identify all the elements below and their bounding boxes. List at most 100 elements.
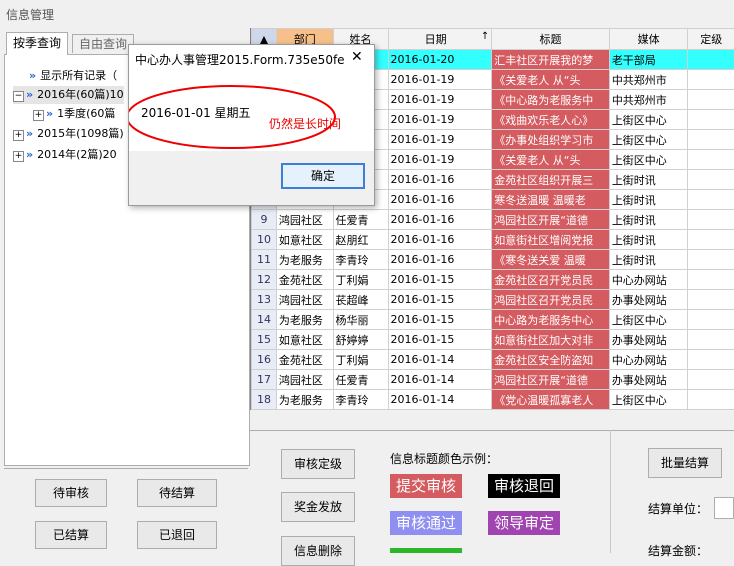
name-cell[interactable]: 舒婷婷: [333, 330, 388, 350]
title-cell[interactable]: 鸿园社区开展“道德: [492, 370, 610, 390]
grade-cell[interactable]: [688, 330, 734, 350]
grade-cell[interactable]: [688, 90, 734, 110]
expand-icon[interactable]: +: [33, 110, 44, 121]
row-number-cell[interactable]: 13: [252, 290, 277, 310]
tab-quarter-query[interactable]: 按季查询: [6, 32, 68, 55]
title-cell[interactable]: 《寒冬送关爱 温暖: [492, 250, 610, 270]
settled-button[interactable]: 已结算: [35, 521, 107, 549]
name-cell[interactable]: 苌超峰: [333, 290, 388, 310]
table-row[interactable]: 13鸿园社区苌超峰2016-01-15鸿园社区召开党员民办事处网站: [252, 290, 734, 310]
row-number-cell[interactable]: 18: [252, 390, 277, 410]
batch-settle-button[interactable]: 批量结算: [648, 448, 722, 478]
name-cell[interactable]: 李青玲: [333, 390, 388, 410]
title-cell[interactable]: 《关爱老人 从“头: [492, 150, 610, 170]
table-row[interactable]: 15如意社区舒婷婷2016-01-15如意街社区加大对非办事处网站: [252, 330, 734, 350]
name-cell[interactable]: 任爱青: [333, 210, 388, 230]
table-row[interactable]: 16金苑社区丁利娟2016-01-14金苑社区安全防盗知中心办网站: [252, 350, 734, 370]
date-cell[interactable]: 2016-01-14: [388, 350, 492, 370]
media-cell[interactable]: 上街区中心: [609, 130, 688, 150]
grade-cell[interactable]: [688, 70, 734, 90]
grade-cell[interactable]: [688, 250, 734, 270]
row-number-cell[interactable]: 17: [252, 370, 277, 390]
title-cell[interactable]: 《戏曲欢乐老人心》: [492, 110, 610, 130]
dept-cell[interactable]: 为老服务: [276, 250, 333, 270]
media-cell[interactable]: 上街区中心: [609, 150, 688, 170]
name-cell[interactable]: 任爱青: [333, 370, 388, 390]
title-cell[interactable]: 《关爱老人 从“头: [492, 70, 610, 90]
row-number-cell[interactable]: 10: [252, 230, 277, 250]
title-cell[interactable]: 金苑社区组织开展三: [492, 170, 610, 190]
name-cell[interactable]: 赵朋红: [333, 230, 388, 250]
media-cell[interactable]: 中心办网站: [609, 270, 688, 290]
row-number-cell[interactable]: 16: [252, 350, 277, 370]
title-cell[interactable]: 鸿园社区开展“道德: [492, 210, 610, 230]
pending-settle-button[interactable]: 待结算: [137, 479, 217, 507]
header-grade[interactable]: 定级: [688, 29, 734, 50]
ok-button[interactable]: 确定: [281, 163, 365, 189]
date-cell[interactable]: 2016-01-14: [388, 390, 492, 410]
title-cell[interactable]: 金苑社区召开党员民: [492, 270, 610, 290]
title-cell[interactable]: 寒冬送温暖 温暖老: [492, 190, 610, 210]
expand-icon[interactable]: +: [13, 130, 24, 141]
title-cell[interactable]: 如意街社区增阅党报: [492, 230, 610, 250]
row-number-cell[interactable]: 14: [252, 310, 277, 330]
grade-cell[interactable]: [688, 130, 734, 150]
date-cell[interactable]: 2016-01-15: [388, 290, 492, 310]
media-cell[interactable]: 办事处网站: [609, 290, 688, 310]
table-row[interactable]: 14为老服务杨华丽2016-01-15中心路为老服务中心上街区中心: [252, 310, 734, 330]
title-cell[interactable]: 如意街社区加大对非: [492, 330, 610, 350]
dept-cell[interactable]: 金苑社区: [276, 270, 333, 290]
tree-item-q1[interactable]: +»1季度(60篇: [33, 105, 115, 123]
row-number-cell[interactable]: 11: [252, 250, 277, 270]
dept-cell[interactable]: 金苑社区: [276, 350, 333, 370]
grade-cell[interactable]: [688, 150, 734, 170]
row-number-cell[interactable]: 15: [252, 330, 277, 350]
table-row[interactable]: 18为老服务李青玲2016-01-14《党心温暖孤寡老人上街区中心: [252, 390, 734, 410]
media-cell[interactable]: 上街区中心: [609, 310, 688, 330]
dept-cell[interactable]: 如意社区: [276, 230, 333, 250]
grade-cell[interactable]: [688, 370, 734, 390]
name-cell[interactable]: 杨华丽: [333, 310, 388, 330]
title-cell[interactable]: 《中心路为老服务中: [492, 90, 610, 110]
title-cell[interactable]: 《党心温暖孤寡老人: [492, 390, 610, 410]
review-grade-button[interactable]: 审核定级: [281, 449, 355, 479]
media-cell[interactable]: 老干部局: [609, 50, 688, 70]
date-cell[interactable]: 2016-01-16: [388, 170, 492, 190]
row-number-cell[interactable]: 12: [252, 270, 277, 290]
tree-item-2015[interactable]: +»2015年(1098篇): [13, 125, 124, 143]
dept-cell[interactable]: 为老服务: [276, 310, 333, 330]
header-media[interactable]: 媒体: [609, 29, 688, 50]
media-cell[interactable]: 上街时讯: [609, 250, 688, 270]
date-cell[interactable]: 2016-01-19: [388, 150, 492, 170]
tree-item-all[interactable]: »显示所有记录（: [29, 67, 117, 85]
table-row[interactable]: 12金苑社区丁利娟2016-01-15金苑社区召开党员民中心办网站: [252, 270, 734, 290]
table-row[interactable]: 9鸿园社区任爱青2016-01-16鸿园社区开展“道德上街时讯: [252, 210, 734, 230]
dept-cell[interactable]: 鸿园社区: [276, 370, 333, 390]
title-cell[interactable]: 鸿园社区召开党员民: [492, 290, 610, 310]
media-cell[interactable]: 上街区中心: [609, 110, 688, 130]
media-cell[interactable]: 上街时讯: [609, 190, 688, 210]
table-row[interactable]: 10如意社区赵朋红2016-01-16如意街社区增阅党报上街时讯: [252, 230, 734, 250]
date-cell[interactable]: 2016-01-15: [388, 330, 492, 350]
grade-cell[interactable]: [688, 50, 734, 70]
tree-item-2016[interactable]: −»2016年(60篇)10: [13, 86, 124, 104]
date-cell[interactable]: 2016-01-16: [388, 210, 492, 230]
name-cell[interactable]: 丁利娟: [333, 270, 388, 290]
table-row[interactable]: 11为老服务李青玲2016-01-16《寒冬送关爱 温暖上街时讯: [252, 250, 734, 270]
media-cell[interactable]: 办事处网站: [609, 370, 688, 390]
title-cell[interactable]: 汇丰社区开展我的梦: [492, 50, 610, 70]
title-cell[interactable]: 中心路为老服务中心: [492, 310, 610, 330]
header-date[interactable]: 日期↑: [388, 29, 492, 50]
media-cell[interactable]: 上街时讯: [609, 210, 688, 230]
name-cell[interactable]: 李青玲: [333, 250, 388, 270]
media-cell[interactable]: 中心办网站: [609, 350, 688, 370]
date-cell[interactable]: 2016-01-19: [388, 90, 492, 110]
returned-button[interactable]: 已退回: [137, 521, 217, 549]
header-title[interactable]: 标题: [492, 29, 610, 50]
bonus-button[interactable]: 奖金发放: [281, 492, 355, 522]
grade-cell[interactable]: [688, 290, 734, 310]
grade-cell[interactable]: [688, 390, 734, 410]
grade-cell[interactable]: [688, 270, 734, 290]
dept-cell[interactable]: 鸿园社区: [276, 210, 333, 230]
pending-review-button[interactable]: 待审核: [35, 479, 107, 507]
